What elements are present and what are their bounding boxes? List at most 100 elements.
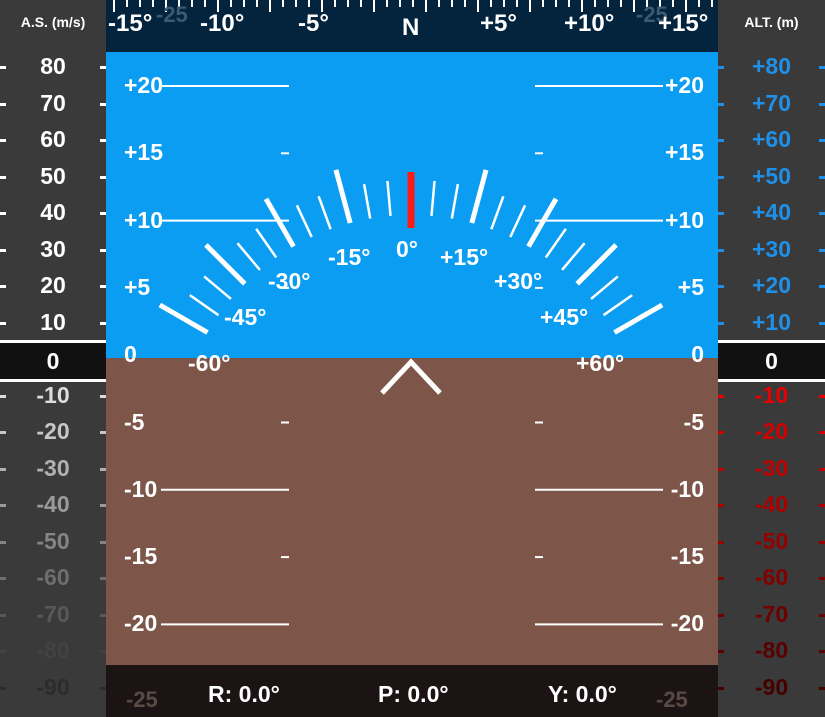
tape-tick [0,431,6,434]
tape-tick [718,175,724,179]
tape-tick [0,650,6,653]
altitude-tape: ALT. (m) +80 +70 +60 +50 +40 +30 +20 +10 -10 -20 -… [718,0,825,717]
airspeed-tape: A.S. (m/s) 80 70 60 50 40 30 20 10 -10 -20 -30 -40 -… [0,0,106,717]
tape-label: +40 [751,199,791,225]
tape-tick [718,650,724,653]
tape-tick [718,504,724,507]
tape-tick [718,66,724,69]
tape-tick [819,686,825,690]
tape-tick [819,431,825,434]
tape-tick [0,248,6,252]
aircraft-symbol [380,358,442,395]
tape-tick [718,212,724,215]
tape-tick [819,650,825,653]
tape-label: -80 [754,637,789,663]
heading-label: N [402,14,420,41]
tape-tick [819,285,825,288]
tape-label: -90 [754,673,789,700]
tape-label: 20 [40,272,66,298]
tape-label: -70 [754,600,789,627]
tape-tick [0,212,6,215]
status-bar: -25 -25 R: 0.0° P: 0.0° Y: 0.0° [106,665,718,717]
attitude-indicator: +20 +20 +15 +15 +10 +10 +5 +5 0 0 -5 -5 -10 -10 -15 -15… [106,0,718,717]
tape-tick [0,686,6,690]
tape-label: 30 [40,235,66,262]
tape-tick [0,504,6,507]
tape-tick [718,102,724,106]
tape-label: +20 [751,272,791,298]
tape-label: -10 [754,381,789,408]
tape-tick [819,175,825,179]
tape-tick [718,285,724,288]
tape-label: -30 [36,454,70,481]
tape-label: 70 [40,89,66,116]
tape-tick [819,467,825,471]
tape-tick [819,139,825,142]
tape-tick [819,540,825,544]
tape-tick [0,467,6,471]
tape-tick [819,102,825,106]
tape-label: +60 [751,126,791,152]
airspeed-header: A.S. (m/s) [0,0,106,44]
tape-tick [819,504,825,507]
tape-tick [0,613,6,617]
tape-label: 80 [40,53,66,79]
tape-label: -20 [36,418,70,444]
tape-label: -40 [754,491,789,517]
heading-label: -5° [298,10,329,37]
tape-label: -10 [36,381,70,408]
tape-label: +70 [751,89,791,116]
tape-tick [718,613,724,617]
tape-label: -50 [754,527,789,554]
tape-label: +30 [751,235,791,262]
tape-tick [819,66,825,69]
pitch-readout: P: 0.0° [378,681,449,707]
tape-label: +50 [751,162,791,189]
heading-label: +15° [658,10,709,37]
tape-tick [718,540,724,544]
tape-tick [718,321,724,325]
tape-tick [819,212,825,215]
heading-label: -10° [200,10,245,37]
tape-tick [0,285,6,288]
heading-label: +5° [480,10,517,37]
tape-tick [819,321,825,325]
tape-label: -20 [754,418,789,444]
tape-tick [819,248,825,252]
tape-tick [819,394,825,398]
tape-tick [0,394,6,398]
tape-tick [718,686,724,690]
tape-label: -80 [36,637,70,663]
tape-tick [0,66,6,69]
tape-tick [0,321,6,325]
heading-label: +10° [564,10,615,37]
tape-tick [819,577,825,580]
tape-label: -60 [36,564,70,590]
tape-tick [0,577,6,580]
altitude-current-box: 0 [718,340,825,382]
tape-tick [718,577,724,580]
tape-tick [819,613,825,617]
tape-label: -90 [36,673,70,700]
tape-tick [718,248,724,252]
tape-label: +10 [751,308,791,335]
tape-tick [0,175,6,179]
tape-tick [0,139,6,142]
tape-tick [0,102,6,106]
yaw-readout: Y: 0.0° [548,681,617,707]
tape-label: 40 [40,199,66,225]
roll-readout: R: 0.0° [208,681,280,707]
tape-label: -70 [36,600,70,627]
tape-label: 60 [40,126,66,152]
tape-label: -40 [36,491,70,517]
tape-label: 50 [40,162,66,189]
tape-label: 10 [40,308,66,335]
airspeed-current-value: 0 [46,348,60,374]
tape-label: -50 [36,527,70,554]
tape-label: +80 [751,53,791,79]
altitude-current-value: 0 [765,348,778,374]
tape-tick [718,139,724,142]
altitude-header: ALT. (m) [718,0,825,44]
tape-tick [718,431,724,434]
tape-tick [718,467,724,471]
